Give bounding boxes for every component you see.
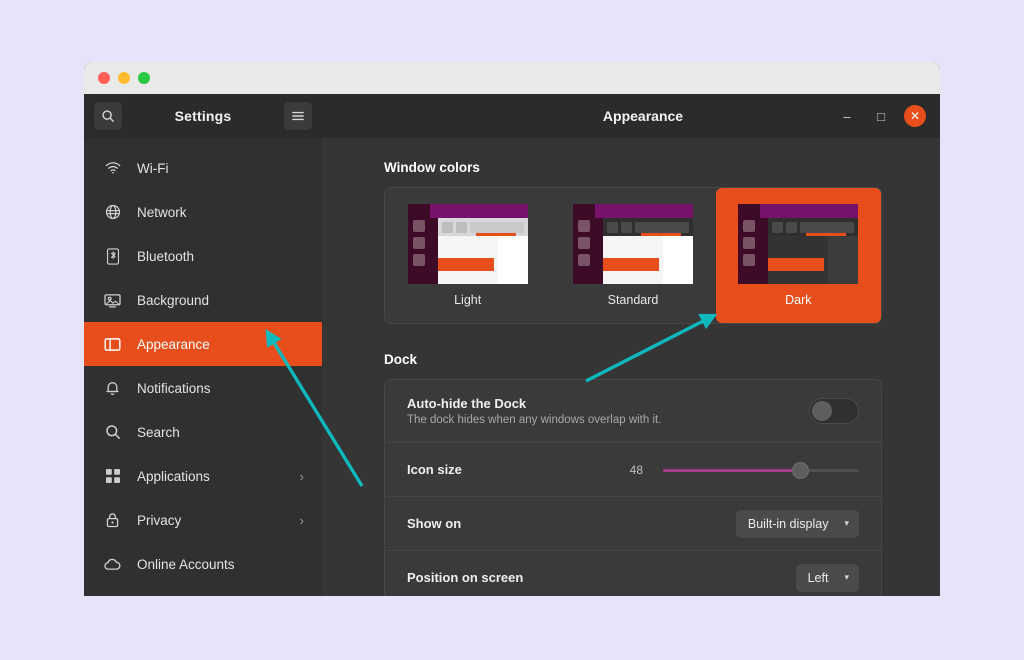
maximize-button[interactable]: □ xyxy=(864,99,898,133)
sidebar-item-applications[interactable]: Applications › xyxy=(84,454,322,498)
sidebar-item-label: Online Accounts xyxy=(137,556,235,572)
traffic-light-minimize-icon[interactable] xyxy=(118,72,130,84)
sidebar-item-label: Appearance xyxy=(137,336,210,352)
sidebar-item-label: Background xyxy=(137,292,210,308)
content-header: Appearance – □ ✕ xyxy=(322,94,940,138)
close-button[interactable]: ✕ xyxy=(904,105,926,127)
sidebar: Settings Wi-Fi Network Bluetooth Backgro… xyxy=(84,94,322,596)
sidebar-item-label: Notifications xyxy=(137,380,211,396)
lock-icon xyxy=(104,512,121,529)
sidebar-item-notifications[interactable]: Notifications xyxy=(84,366,322,410)
sidebar-item-label: Bluetooth xyxy=(137,248,195,264)
background-monitor-icon xyxy=(104,292,121,309)
sidebar-nav: Wi-Fi Network Bluetooth Background Appea… xyxy=(84,138,322,596)
chevron-right-icon: › xyxy=(299,512,304,528)
search-icon xyxy=(102,110,114,122)
theme-option-standard[interactable]: Standard xyxy=(550,188,715,323)
sidebar-item-label: Search xyxy=(137,424,180,440)
sidebar-title: Settings xyxy=(174,108,232,124)
content-panel: Appearance – □ ✕ Window colors Light Sta… xyxy=(322,94,940,596)
slider-fill xyxy=(663,468,801,472)
grid-apps-icon xyxy=(104,468,121,485)
theme-preview-light xyxy=(407,204,528,284)
position-on-screen-dropdown[interactable]: Left ▾ xyxy=(795,563,859,592)
page-title: Appearance xyxy=(602,108,684,124)
chevron-down-icon: ▾ xyxy=(844,518,849,528)
bluetooth-icon xyxy=(104,247,121,265)
sidebar-item-wifi[interactable]: Wi-Fi xyxy=(84,146,322,190)
sidebar-item-label: Privacy xyxy=(137,512,182,528)
position-on-screen-row: Position on screen Left ▾ xyxy=(385,550,881,596)
icon-size-slider[interactable] xyxy=(663,460,859,480)
auto-hide-dock-label: Auto-hide the Dock xyxy=(407,396,527,411)
bell-icon xyxy=(104,380,121,397)
icon-size-label: Icon size xyxy=(407,462,462,477)
show-on-row: Show on Built-in display ▾ xyxy=(385,496,881,550)
appearance-window-icon xyxy=(104,336,121,353)
toggle-knob xyxy=(812,401,832,421)
sidebar-item-network[interactable]: Network xyxy=(84,190,322,234)
traffic-light-close-icon[interactable] xyxy=(98,72,110,84)
window-titlebar xyxy=(84,62,940,94)
sidebar-item-online-accounts[interactable]: Online Accounts xyxy=(84,542,322,586)
position-on-screen-label: Position on screen xyxy=(407,570,524,585)
sidebar-header: Settings xyxy=(84,94,322,138)
theme-option-dark[interactable]: Dark xyxy=(715,188,881,323)
icon-size-value: 48 xyxy=(629,462,643,477)
sidebar-item-sharing[interactable]: Sharing xyxy=(84,586,322,596)
wifi-icon xyxy=(104,160,121,177)
show-on-value: Built-in display xyxy=(747,516,829,531)
dock-heading: Dock xyxy=(384,352,418,367)
settings-scroll-area: Window colors Light Standard Dark Dock A… xyxy=(322,138,940,596)
minimize-button[interactable]: – xyxy=(830,99,864,133)
sidebar-item-search[interactable]: Search xyxy=(84,410,322,454)
show-on-label: Show on xyxy=(407,516,462,531)
auto-hide-dock-row: Auto-hide the Dock The dock hides when a… xyxy=(385,380,881,442)
network-globe-icon xyxy=(104,204,121,221)
dock-settings-card: Auto-hide the Dock The dock hides when a… xyxy=(384,379,882,596)
sidebar-item-privacy[interactable]: Privacy › xyxy=(84,498,322,542)
auto-hide-dock-toggle[interactable] xyxy=(809,398,859,424)
window-colors-card: Light Standard Dark xyxy=(384,187,882,324)
chevron-down-icon: ▾ xyxy=(844,572,849,582)
search-icon xyxy=(104,424,121,441)
theme-option-light[interactable]: Light xyxy=(385,188,550,323)
theme-option-label: Dark xyxy=(785,293,812,307)
chevron-right-icon: › xyxy=(299,468,304,484)
sidebar-item-label: Wi-Fi xyxy=(137,160,169,176)
menu-button[interactable] xyxy=(284,102,312,130)
auto-hide-dock-description: The dock hides when any windows overlap … xyxy=(407,414,662,426)
theme-option-label: Light xyxy=(454,293,482,307)
window-colors-heading: Window colors xyxy=(384,160,480,175)
sidebar-item-background[interactable]: Background xyxy=(84,278,322,322)
hamburger-menu-icon xyxy=(292,111,304,121)
sidebar-item-bluetooth[interactable]: Bluetooth xyxy=(84,234,322,278)
sidebar-item-label: Applications xyxy=(137,468,210,484)
traffic-light-zoom-icon[interactable] xyxy=(138,72,150,84)
slider-handle[interactable] xyxy=(792,461,810,479)
show-on-dropdown[interactable]: Built-in display ▾ xyxy=(735,509,859,538)
cloud-icon xyxy=(104,556,121,573)
theme-preview-dark xyxy=(738,204,859,284)
position-on-screen-value: Left xyxy=(807,570,829,585)
theme-preview-standard xyxy=(572,204,693,284)
settings-window: Settings Wi-Fi Network Bluetooth Backgro… xyxy=(84,62,940,596)
theme-option-label: Standard xyxy=(607,293,659,307)
sidebar-item-appearance[interactable]: Appearance xyxy=(84,322,322,366)
window-body: Settings Wi-Fi Network Bluetooth Backgro… xyxy=(84,94,940,596)
sidebar-item-label: Network xyxy=(137,204,187,220)
icon-size-row: Icon size 48 xyxy=(385,442,881,496)
search-button[interactable] xyxy=(94,102,122,130)
